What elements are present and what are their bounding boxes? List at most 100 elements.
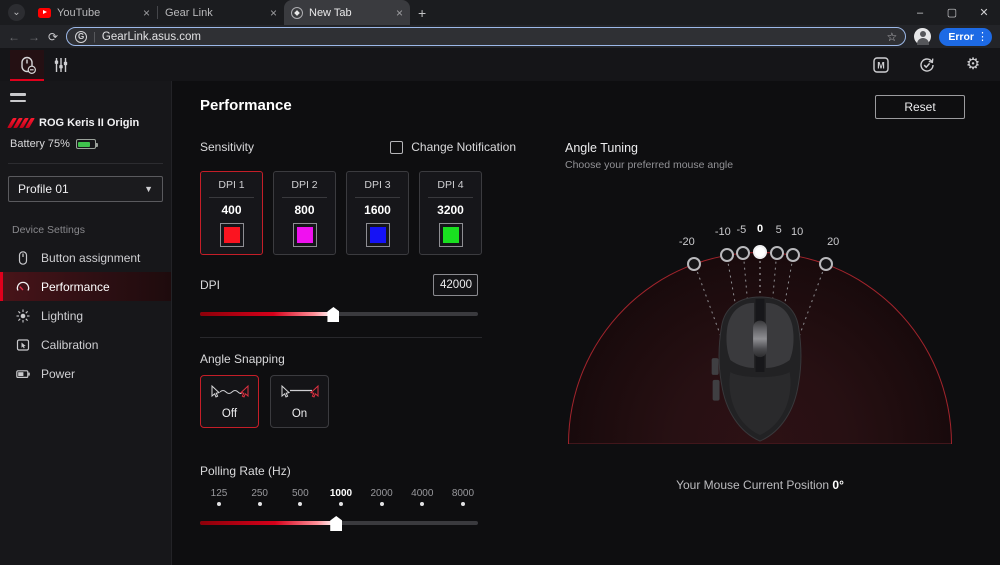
tuning-tab-icon[interactable] (44, 50, 78, 79)
settings-button[interactable]: ⚙ (956, 50, 990, 79)
profile-select[interactable]: Profile 01 ▼ (8, 176, 163, 202)
url-text[interactable]: GearLink.asus.com (102, 31, 881, 43)
tick-label[interactable]: 125 (202, 488, 236, 499)
url-field[interactable]: G | GearLink.asus.com ☆ (66, 27, 906, 46)
minimize-icon[interactable]: – (904, 0, 936, 25)
rog-logo-icon (10, 118, 32, 128)
tab-title: Gear Link (165, 7, 264, 19)
dpi-card-label: DPI 4 (420, 179, 481, 191)
sidebar-item-power[interactable]: Power (0, 359, 171, 388)
newtab-favicon (291, 7, 303, 19)
tick-label[interactable]: 2000 (365, 488, 399, 499)
tick-label-selected[interactable]: 1000 (324, 488, 358, 499)
dpi-card-3[interactable]: DPI 3 1600 (346, 171, 409, 255)
mouse-icon (15, 250, 31, 266)
window-controls: – ▢ ✕ (904, 0, 1000, 25)
maximize-icon[interactable]: ▢ (936, 0, 968, 25)
profile-avatar[interactable] (914, 28, 931, 45)
mouse-top-view (700, 295, 820, 443)
hamburger-icon[interactable] (10, 93, 26, 102)
new-tab-button[interactable]: + (418, 5, 426, 21)
angle-tick--20[interactable] (687, 257, 701, 271)
close-tab-icon[interactable]: × (396, 7, 403, 19)
straight-line-icon (279, 383, 321, 401)
tab-newtab-active[interactable]: New Tab × (284, 0, 410, 25)
profile-error-badge[interactable]: Error ⋮ (939, 28, 992, 46)
change-notification-group: Change Notification (390, 140, 516, 154)
sidebar-item-button-assignment[interactable]: Button assignment (0, 243, 171, 272)
device-row: ROG Keris II Origin (10, 117, 171, 129)
device-tab-icon[interactable] (10, 50, 44, 79)
update-button[interactable] (910, 50, 944, 79)
wavy-line-icon (209, 383, 251, 401)
angle-tick-0[interactable] (753, 245, 767, 259)
position-label: Your Mouse Current Position (676, 478, 829, 492)
tick-label[interactable]: 8000 (446, 488, 480, 499)
dpi-card-value: 800 (274, 203, 335, 217)
bookmark-star-icon[interactable]: ☆ (887, 30, 898, 44)
tick-label[interactable]: 250 (243, 488, 277, 499)
color-swatch[interactable] (439, 223, 463, 247)
angle-tick-5[interactable] (770, 246, 784, 260)
angle-tuning-panel: Angle Tuning Choose your preferred mouse… (565, 141, 955, 492)
dpi-card-4[interactable]: DPI 4 3200 (419, 171, 482, 255)
polling-tick-labels: 125 250 500 1000 2000 4000 8000 (200, 488, 482, 499)
polling-tick-dots (200, 502, 482, 506)
forward-icon[interactable]: → (28, 30, 40, 44)
dpi-card-2[interactable]: DPI 2 800 (273, 171, 336, 255)
polling-slider[interactable] (200, 515, 478, 531)
angle-tuning-title: Angle Tuning (565, 141, 955, 155)
close-tab-icon[interactable]: × (143, 7, 150, 19)
kebab-menu-icon[interactable]: ⋮ (977, 30, 988, 43)
dpi-card-label: DPI 1 (201, 179, 262, 191)
option-label: On (271, 408, 328, 420)
angle-tick-label: 20 (819, 236, 847, 248)
dpi-card-value: 3200 (420, 203, 481, 217)
tab-search-button[interactable]: ⌄ (8, 4, 25, 21)
color-swatch[interactable] (220, 223, 244, 247)
tab-title: New Tab (309, 7, 390, 19)
dpi-slider[interactable] (200, 306, 478, 322)
sidebar-item-performance[interactable]: Performance (0, 272, 171, 301)
device-settings-nav: Button assignment Performance (0, 243, 171, 388)
sidebar-item-lighting[interactable]: Lighting (0, 301, 171, 330)
angle-tuning-subtitle: Choose your preferred mouse angle (565, 159, 955, 171)
slider-fill (200, 312, 333, 316)
sidebar-item-calibration[interactable]: Calibration (0, 330, 171, 359)
tick-label[interactable]: 4000 (405, 488, 439, 499)
back-icon[interactable]: ← (8, 30, 20, 44)
angle-tick-label: -20 (673, 236, 701, 248)
color-swatch[interactable] (293, 223, 317, 247)
color-swatch[interactable] (366, 223, 390, 247)
close-window-icon[interactable]: ✕ (968, 0, 1000, 25)
dpi-card-1[interactable]: DPI 1 400 (200, 171, 263, 255)
dpi-value-field[interactable]: 42000 (433, 274, 478, 296)
slider-thumb[interactable] (327, 307, 339, 322)
main-content: Performance Reset Sensitivity Change Not… (172, 81, 1000, 565)
angle-tick-20[interactable] (819, 257, 833, 271)
dpi-card-value: 400 (201, 203, 262, 217)
gear-icon: ⚙ (966, 57, 980, 73)
change-notification-checkbox[interactable] (390, 141, 403, 154)
angle-tick--10[interactable] (720, 248, 734, 262)
battery-row: Battery 75% (10, 138, 171, 150)
tab-gearlink[interactable]: Gear Link × (158, 0, 284, 25)
section-label: Device Settings (12, 224, 171, 236)
position-value: 0° (832, 478, 843, 492)
angle-snapping-on[interactable]: On (270, 375, 329, 428)
angle-tick--5[interactable] (736, 246, 750, 260)
tab-youtube[interactable]: YouTube × (31, 0, 157, 25)
angle-tuning-canvas: -20-10-5051020 (565, 222, 955, 444)
tick-label[interactable]: 500 (283, 488, 317, 499)
slider-thumb[interactable] (330, 516, 342, 531)
angle-tick-label: 10 (783, 226, 811, 238)
reset-button[interactable]: Reset (875, 95, 965, 119)
angle-snapping-off[interactable]: Off (200, 375, 259, 428)
macro-button[interactable]: M (864, 50, 898, 79)
sidebar-item-label: Lighting (41, 309, 83, 323)
battery-icon (15, 366, 31, 382)
close-tab-icon[interactable]: × (270, 7, 277, 19)
reload-icon[interactable]: ⟳ (48, 30, 58, 44)
site-icon: G (75, 31, 87, 43)
sync-check-icon (917, 55, 937, 75)
